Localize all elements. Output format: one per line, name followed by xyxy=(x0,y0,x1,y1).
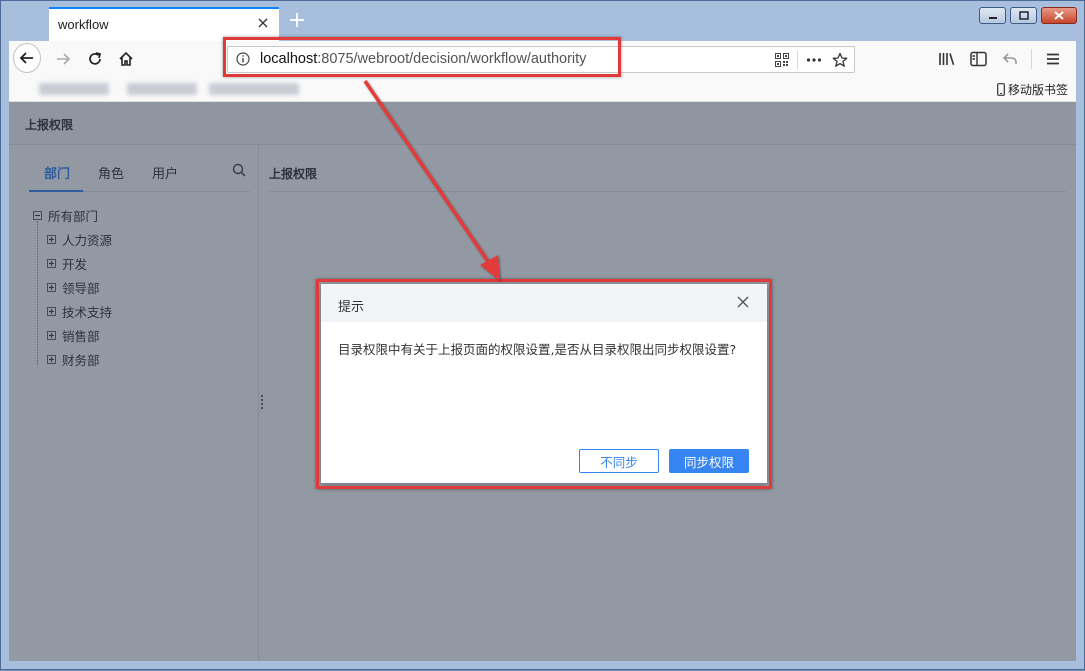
close-window-button[interactable] xyxy=(1041,7,1077,24)
qr-code-icon[interactable] xyxy=(775,53,789,67)
url-highlight-box xyxy=(223,37,621,77)
home-icon xyxy=(119,51,133,66)
close-icon xyxy=(1054,11,1064,20)
reload-icon xyxy=(89,52,102,65)
tab-strip: workflow × + xyxy=(9,7,1076,41)
maximize-button[interactable] xyxy=(1010,7,1037,24)
browser-tab[interactable]: workflow × xyxy=(49,7,279,41)
library-icon[interactable] xyxy=(938,51,956,67)
forward-button[interactable] xyxy=(49,45,77,73)
blurred-bookmark[interactable] xyxy=(209,83,299,95)
tab-title: workflow xyxy=(58,17,109,32)
undo-arrow-icon[interactable] xyxy=(1002,51,1018,67)
dialog-highlight-box xyxy=(316,279,772,489)
mobile-bookmarks[interactable]: 移动版书签 xyxy=(997,81,1068,98)
mobile-bookmarks-label: 移动版书签 xyxy=(1007,83,1068,97)
toolbar-right xyxy=(936,45,1076,73)
bookmark-star-icon[interactable] xyxy=(832,52,848,68)
tab-close-icon[interactable]: × xyxy=(255,15,271,31)
maximize-icon xyxy=(1018,11,1029,20)
page-actions-icon[interactable] xyxy=(806,53,822,67)
back-arrow-icon xyxy=(19,52,33,64)
home-button[interactable] xyxy=(112,45,140,73)
forward-arrow-icon xyxy=(57,53,71,65)
back-button[interactable] xyxy=(13,43,41,73)
bookmarks-bar: 移动版书签 xyxy=(9,77,1076,102)
menu-icon[interactable] xyxy=(1046,52,1060,66)
new-tab-icon[interactable]: + xyxy=(287,10,307,32)
sidebar-icon[interactable] xyxy=(970,51,987,67)
blurred-bookmark[interactable] xyxy=(39,83,109,95)
blurred-bookmark[interactable] xyxy=(127,83,197,95)
reload-button[interactable] xyxy=(81,45,109,73)
mobile-phone-icon xyxy=(997,83,1005,96)
minimize-button[interactable] xyxy=(979,7,1006,24)
minimize-icon xyxy=(988,17,997,19)
browser-window: workflow × + localhost:8075/webroot/deci… xyxy=(0,0,1085,670)
